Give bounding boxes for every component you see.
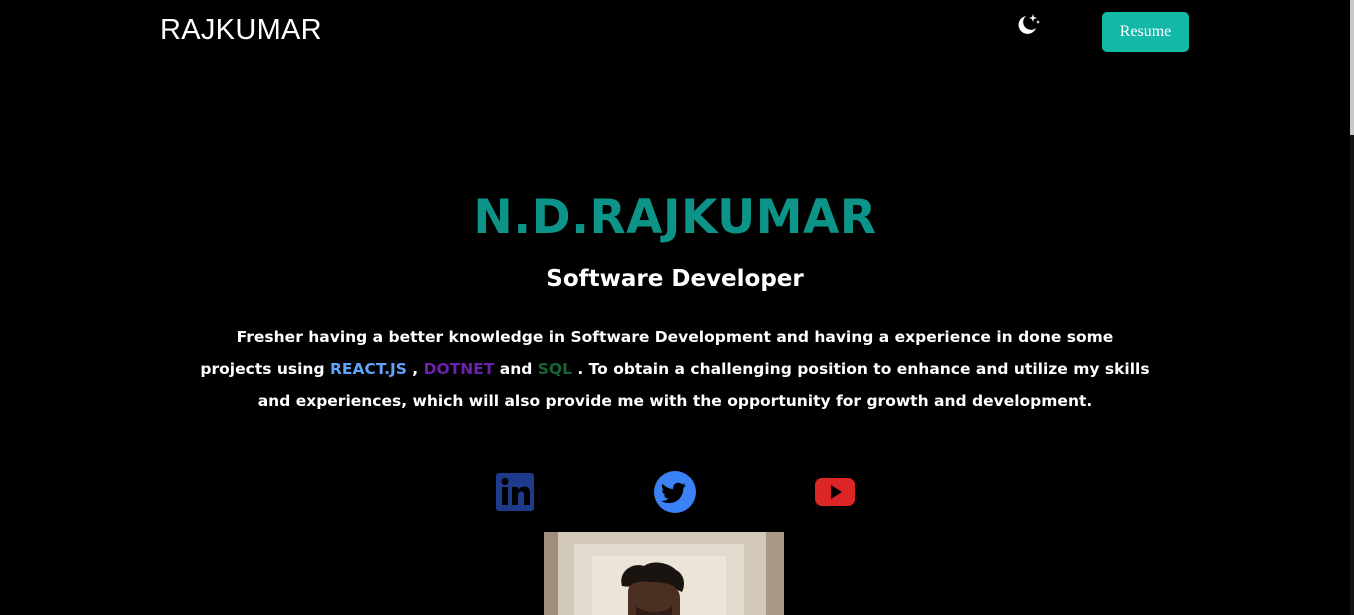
youtube-icon (815, 478, 855, 506)
resume-button[interactable]: Resume (1102, 12, 1189, 52)
linkedin-icon (496, 473, 534, 511)
twitter-icon (654, 471, 696, 513)
skill-dotnet: DOTNET (423, 360, 495, 378)
youtube-link[interactable] (813, 470, 857, 514)
profile-photo (544, 532, 784, 615)
description-separator: , (406, 360, 424, 378)
hero-name: N.D.RAJKUMAR (473, 190, 877, 245)
moon-stars-icon (1018, 14, 1040, 34)
scrollbar[interactable] (1350, 0, 1354, 615)
theme-toggle-button[interactable] (1012, 10, 1042, 40)
skill-sql: SQL (537, 360, 572, 378)
hero-role: Software Developer (546, 266, 804, 292)
page: RAJKUMAR Resume N.D.RAJKUMAR Software De… (0, 0, 1354, 615)
description-separator: and (494, 360, 538, 378)
linkedin-link[interactable] (493, 470, 537, 514)
site-brand[interactable]: RAJKUMAR (160, 14, 322, 47)
scrollbar-thumb[interactable] (1350, 0, 1354, 135)
skill-react: REACT.JS (329, 360, 407, 378)
twitter-link[interactable] (653, 470, 697, 514)
hero-description: Fresher having a better knowledge in Sof… (200, 321, 1150, 417)
